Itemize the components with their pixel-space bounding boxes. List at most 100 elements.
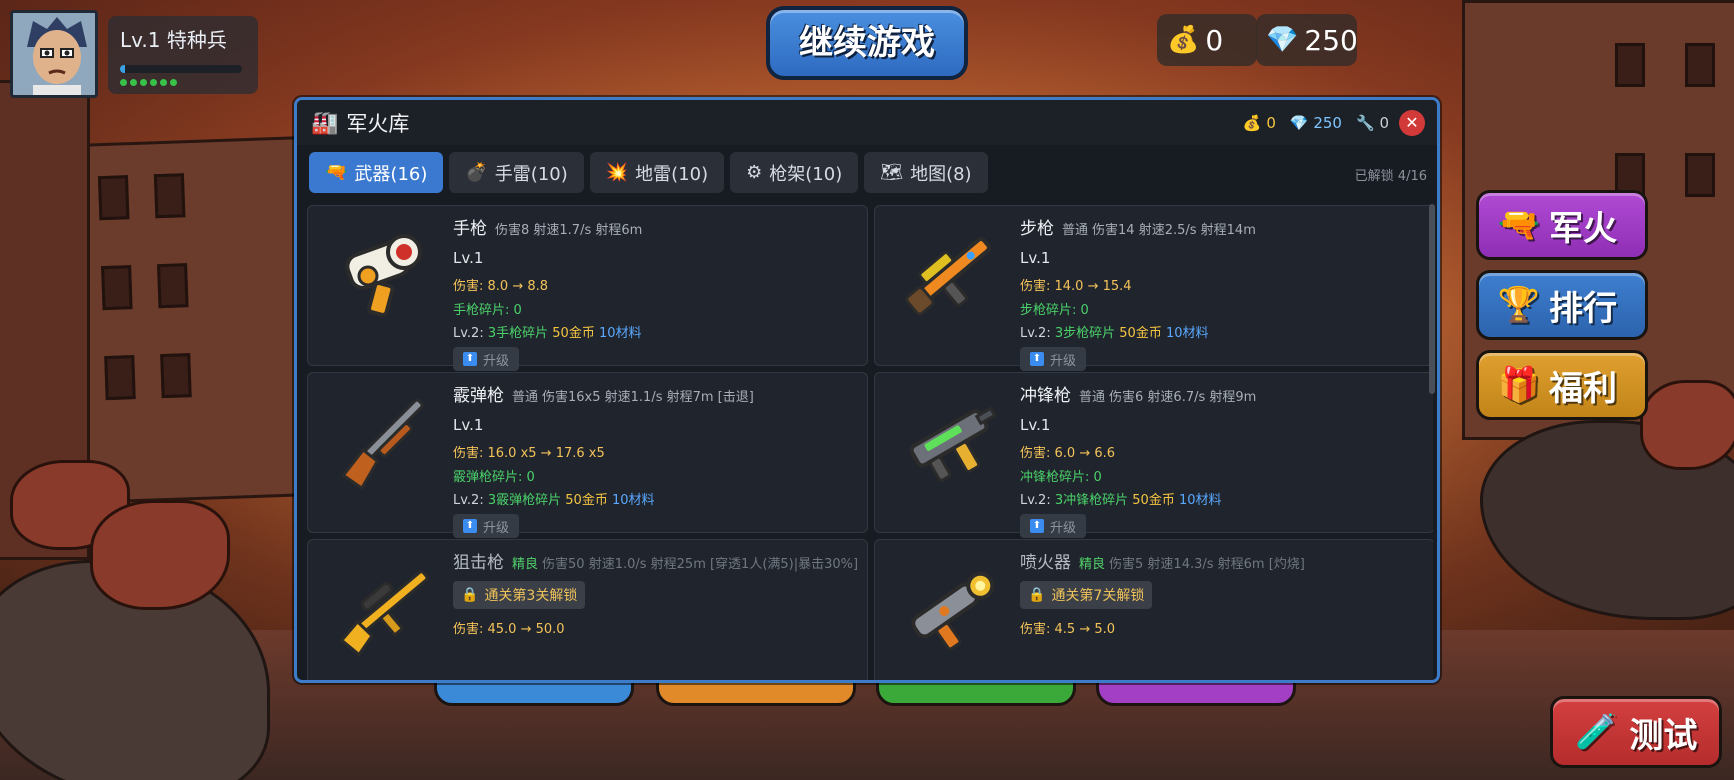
weapon-damage: 伤害: 14.0 → 15.4 xyxy=(1020,279,1132,294)
player-card[interactable]: Lv.1 特种兵 xyxy=(10,10,258,98)
cost-fragments: 3冲锋枪碎片 xyxy=(1054,493,1129,508)
arsenal-panel: 🏭 军火库 💰 0 💎 250 🔧 0 ✕ 🔫 武器(16) 💣 手雷(10) … xyxy=(294,97,1440,683)
cost-gold: 50金币 xyxy=(1119,326,1162,341)
panel-title-text: 军火库 xyxy=(346,112,410,136)
cost-gold: 50金币 xyxy=(565,493,608,508)
weapon-title-row: 喷火器 精良 伤害5 射速14.3/s 射程6m [灼烧] xyxy=(1020,548,1426,573)
panel-gem-value: 250 xyxy=(1313,114,1342,132)
tab-gun-racks[interactable]: ⚙ 枪架(10) xyxy=(730,152,859,193)
gem-value: 250 xyxy=(1304,23,1358,57)
category-tabs: 🔫 武器(16) 💣 手雷(10) 💥 地雷(10) ⚙ 枪架(10) 🗺 地图… xyxy=(309,152,988,193)
tab-grenades[interactable]: 💣 手雷(10) xyxy=(449,152,584,193)
tab-label: 手雷(10) xyxy=(494,163,568,185)
mine-icon: 💥 xyxy=(605,162,629,183)
gear-icon: ⚙ xyxy=(746,162,763,183)
pistol-icon xyxy=(328,218,438,328)
weapon-grid: 手枪 伤害8 射速1.7/s 射程6m Lv.1 伤害: 8.0 → 8.8 手… xyxy=(307,205,1433,680)
upgrade-label: 升级 xyxy=(1050,520,1077,536)
arsenal-button[interactable]: 🔫 军火 xyxy=(1476,190,1648,260)
next-level-cost: Lv.2: 3步枪碎片 50金币 10材料 xyxy=(1020,322,1426,341)
weapon-rarity: 精良 xyxy=(512,557,539,572)
gun-icon: 🔫 xyxy=(1497,205,1541,245)
arrow-up-icon: ⬆ xyxy=(1030,352,1044,366)
weapon-level: Lv.1 xyxy=(1020,416,1051,434)
weapon-title-row: 步枪 普通 伤害14 射速2.5/s 射程14m xyxy=(1020,214,1426,239)
cost-fragments: 3手枪碎片 xyxy=(487,326,549,341)
weapon-fragments: 霰弹枪碎片: 0 xyxy=(453,470,535,485)
weapon-title-row: 狙击枪 精良 伤害50 射速1.0/s 射程25m [穿透1人(满5)|暴击30… xyxy=(453,548,859,573)
weapon-damage: 伤害: 16.0 x5 → 17.6 x5 xyxy=(453,446,605,461)
next-level-cost: Lv.2: 3霰弹枪碎片 50金币 10材料 xyxy=(453,489,859,508)
next-level-cost: Lv.2: 3手枪碎片 50金币 10材料 xyxy=(453,322,859,341)
upgrade-button[interactable]: ⬆ 升级 xyxy=(453,514,520,538)
diamond-icon: 💎 xyxy=(1266,25,1299,55)
star-dot xyxy=(120,79,127,86)
lock-requirement: 🔒 通关第7关解锁 xyxy=(1020,581,1153,609)
pistol-icon: 🔫 xyxy=(325,162,348,183)
tab-weapons[interactable]: 🔫 武器(16) xyxy=(309,152,444,193)
next-level-prefix: Lv.2: xyxy=(453,493,484,508)
weapon-card-flamethrower[interactable]: 喷火器 精良 伤害5 射速14.3/s 射程6m [灼烧] 🔒 通关第7关解锁 … xyxy=(874,539,1433,680)
star-dot xyxy=(170,79,177,86)
upgrade-button[interactable]: ⬆ 升级 xyxy=(1020,514,1087,538)
cost-materials: 10材料 xyxy=(598,326,642,341)
next-level-prefix: Lv.2: xyxy=(1020,326,1051,341)
star-dot xyxy=(150,79,157,86)
cost-fragments: 3步枪碎片 xyxy=(1054,326,1116,341)
tab-mines[interactable]: 💥 地雷(10) xyxy=(589,152,725,193)
ranking-button[interactable]: 🏆 排行 xyxy=(1476,270,1648,340)
weapon-name: 冲锋枪 xyxy=(1020,386,1071,406)
weapon-card-smg[interactable]: 冲锋枪 普通 伤害6 射速6.7/s 射程9m Lv.1 伤害: 6.0 → 6… xyxy=(874,372,1433,538)
weapon-card-pistol[interactable]: 手枪 伤害8 射速1.7/s 射程6m Lv.1 伤害: 8.0 → 8.8 手… xyxy=(307,205,868,371)
weapon-card-rifle[interactable]: 步枪 普通 伤害14 射速2.5/s 射程14m Lv.1 伤害: 14.0 →… xyxy=(874,205,1433,371)
cost-gold: 50金币 xyxy=(552,326,595,341)
weapon-level: Lv.1 xyxy=(453,249,484,267)
scrollbar[interactable] xyxy=(1429,204,1435,394)
weapon-info: 步枪 普通 伤害14 射速2.5/s 射程14m Lv.1 伤害: 14.0 →… xyxy=(1020,214,1426,371)
lock-requirement-text: 通关第7关解锁 xyxy=(1051,588,1145,604)
rifle-icon xyxy=(895,218,1005,328)
arsenal-button-label: 军火 xyxy=(1549,208,1617,249)
upgrade-button[interactable]: ⬆ 升级 xyxy=(453,347,520,371)
cost-materials: 10材料 xyxy=(611,493,655,508)
weapon-stats: 伤害16x5 射速1.1/s 射程7m [击退] xyxy=(542,390,754,405)
weapon-card-sniper[interactable]: 狙击枪 精良 伤害50 射速1.0/s 射程25m [穿透1人(满5)|暴击30… xyxy=(307,539,868,680)
weapon-info: 霰弹枪 普通 伤害16x5 射速1.1/s 射程7m [击退] Lv.1 伤害:… xyxy=(453,381,859,538)
upgrade-label: 升级 xyxy=(483,520,510,536)
weapon-stats: 伤害14 射速2.5/s 射程14m xyxy=(1092,223,1256,238)
building-window xyxy=(1615,43,1645,87)
weapon-card-shotgun[interactable]: 霰弹枪 普通 伤害16x5 射速1.1/s 射程7m [击退] Lv.1 伤害:… xyxy=(307,372,868,538)
weapon-stats: 伤害6 射速6.7/s 射程9m xyxy=(1109,390,1257,405)
panel-title: 🏭 军火库 xyxy=(311,108,409,138)
wrench-icon: 🔧 xyxy=(1355,114,1375,132)
continue-game-button[interactable]: 继续游戏 xyxy=(766,6,968,80)
weapon-fragments: 步枪碎片: 0 xyxy=(1020,303,1089,318)
weapon-info: 喷火器 精良 伤害5 射速14.3/s 射程6m [灼烧] 🔒 通关第7关解锁 … xyxy=(1020,548,1426,637)
test-button-label: 测试 xyxy=(1629,715,1698,756)
weapon-title-row: 霰弹枪 普通 伤害16x5 射速1.1/s 射程7m [击退] xyxy=(453,381,859,406)
gift-icon: 🎁 xyxy=(1497,365,1541,405)
tab-maps[interactable]: 🗺 地图(8) xyxy=(864,152,988,193)
sniper-rifle-icon xyxy=(328,552,438,662)
building-window xyxy=(1685,43,1715,87)
player-info: Lv.1 特种兵 xyxy=(108,16,258,94)
player-level-name: Lv.1 特种兵 xyxy=(120,28,227,52)
weapon-title-row: 冲锋枪 普通 伤害6 射速6.7/s 射程9m xyxy=(1020,381,1426,406)
weapon-rarity: 普通 xyxy=(512,390,539,405)
weapon-info: 手枪 伤害8 射速1.7/s 射程6m Lv.1 伤害: 8.0 → 8.8 手… xyxy=(453,214,859,371)
test-button[interactable]: 🧪 测试 xyxy=(1550,696,1722,768)
weapon-name: 手枪 xyxy=(453,219,487,239)
flamethrower-icon xyxy=(895,552,1005,662)
close-button[interactable]: ✕ xyxy=(1399,110,1425,136)
next-level-cost: Lv.2: 3冲锋枪碎片 50金币 10材料 xyxy=(1020,489,1426,508)
panel-materials-value: 0 xyxy=(1379,114,1389,132)
weapon-stats: 伤害8 射速1.7/s 射程6m xyxy=(495,223,643,238)
panel-gold-value: 0 xyxy=(1266,114,1276,132)
welfare-button[interactable]: 🎁 福利 xyxy=(1476,350,1648,420)
next-level-prefix: Lv.2: xyxy=(1020,493,1051,508)
diamond-icon: 💎 xyxy=(1289,114,1309,132)
upgrade-button[interactable]: ⬆ 升级 xyxy=(1020,347,1087,371)
panel-resources: 💰 0 💎 250 🔧 0 xyxy=(1243,114,1389,132)
avatar[interactable] xyxy=(10,10,98,98)
weapon-name: 霰弹枪 xyxy=(453,386,504,406)
